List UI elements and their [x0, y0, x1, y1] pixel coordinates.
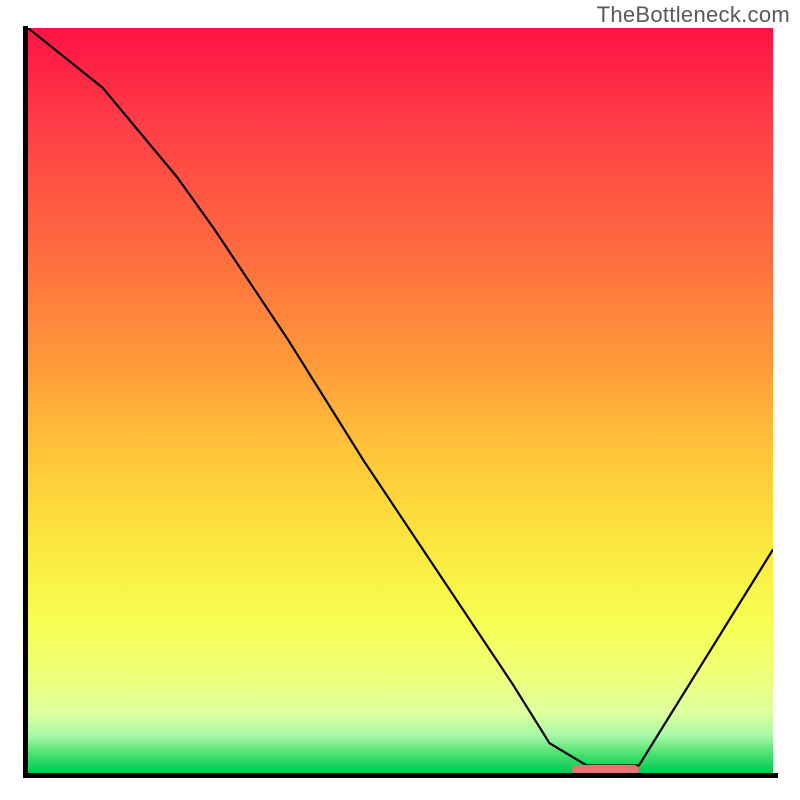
bottleneck-curve — [28, 28, 773, 766]
watermark-text: TheBottleneck.com — [597, 2, 790, 28]
x-axis-line — [23, 773, 778, 778]
chart-svg — [28, 28, 773, 773]
optimal-range-marker — [572, 765, 639, 775]
chart-plot-area — [28, 28, 773, 773]
